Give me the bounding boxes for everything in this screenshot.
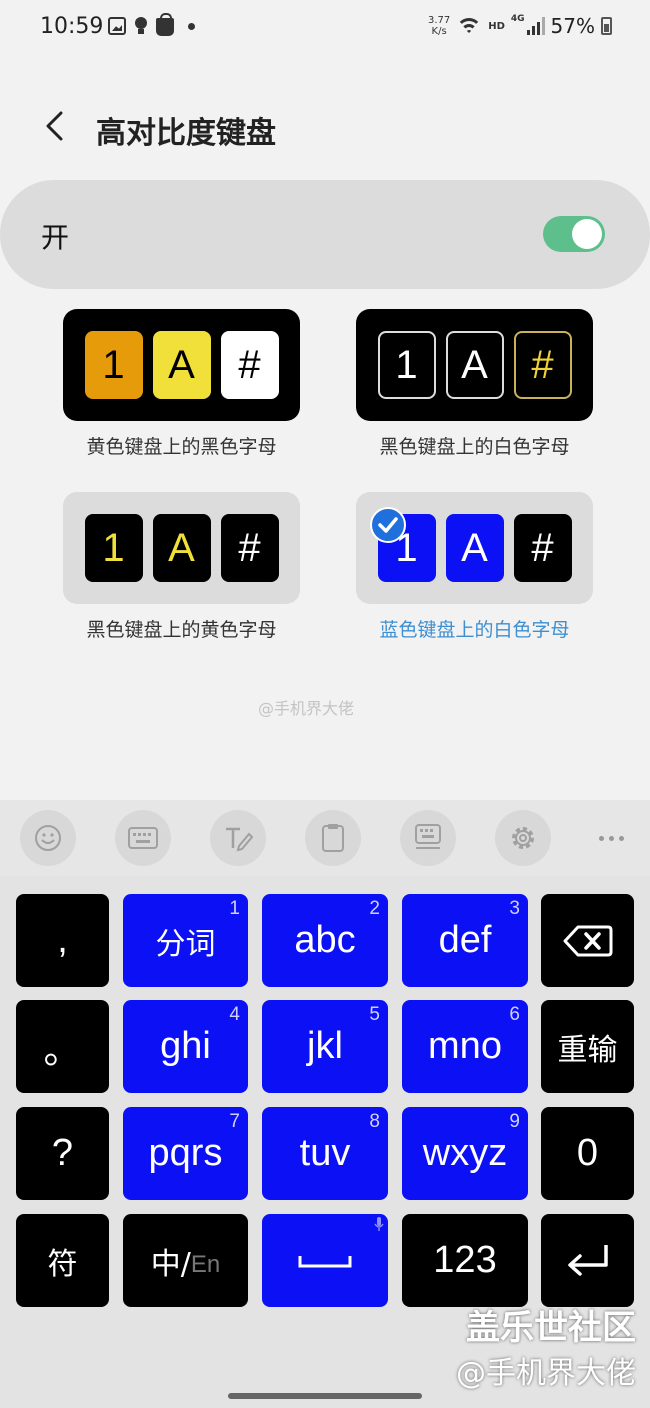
key-abc[interactable]: abc 2 (262, 894, 388, 987)
status-notification-icons (108, 13, 195, 36)
watermark-community: 盖乐世社区 (466, 1308, 636, 1348)
battery-icon (601, 17, 612, 35)
emoji-icon[interactable] (20, 810, 76, 866)
theme-caption: 黄色键盘上的黑色字母 (86, 436, 277, 458)
enter-icon (567, 1244, 608, 1276)
watermark-author: @手机界大佬 (456, 1356, 636, 1391)
theme-key-hash: # (220, 331, 279, 399)
watermark: @手机界大佬 (258, 699, 355, 718)
key-tuv[interactable]: tuv 8 (262, 1107, 388, 1200)
theme-key-1: 1 (84, 514, 143, 582)
home-indicator[interactable] (228, 1393, 422, 1399)
theme-key-a: A (152, 331, 211, 399)
theme-key-hash: # (513, 331, 572, 399)
signal-icon (526, 17, 545, 35)
more-icon[interactable] (585, 810, 637, 866)
clipboard-icon[interactable] (305, 810, 361, 866)
backspace-icon (563, 925, 612, 956)
key-jkl[interactable]: jkl 5 (262, 1000, 388, 1093)
back-icon[interactable] (44, 111, 64, 141)
gallery-icon (108, 17, 126, 35)
theme-caption: 黑色键盘上的黄色字母 (86, 619, 277, 641)
key-symbols[interactable]: 符 (16, 1214, 109, 1307)
microphone-icon (374, 1217, 384, 1231)
key-period[interactable]: 。 (16, 1000, 109, 1093)
theme-key-1: 1 (84, 331, 143, 399)
theme-key-hash: # (220, 514, 279, 582)
theme-key-a: A (445, 331, 504, 399)
theme-key-hash: # (513, 514, 572, 582)
more-notifications-dot-icon (188, 22, 195, 30)
key-segment[interactable]: 分词 1 (123, 894, 248, 987)
wifi-icon (456, 16, 483, 36)
key-zero[interactable]: 0 (541, 1107, 634, 1200)
toggle-knob (572, 219, 602, 249)
key-language-switch[interactable]: 中/En (123, 1214, 248, 1307)
status-time: 10:59 (40, 14, 104, 39)
status-system-icons: 3.77 K/s HD 4G 57% (428, 14, 612, 38)
key-mno[interactable]: mno 6 (402, 1000, 528, 1093)
handwriting-icon[interactable] (210, 810, 266, 866)
key-numbers[interactable]: 123 (402, 1214, 528, 1307)
key-reinput[interactable]: 重输 (541, 1000, 634, 1093)
keyboard-icon[interactable] (115, 810, 171, 866)
bulb-icon (134, 17, 148, 35)
theme-caption: 黑色键盘上的白色字母 (379, 436, 570, 458)
key-question[interactable]: ? (16, 1107, 109, 1200)
backspace-key[interactable] (541, 894, 634, 987)
gear-icon[interactable] (495, 810, 551, 866)
space-icon (298, 1255, 352, 1267)
theme-caption-selected: 蓝色键盘上的白色字母 (379, 619, 570, 641)
selected-check-icon (370, 507, 406, 543)
high-contrast-toggle[interactable] (543, 216, 605, 252)
key-pqrs[interactable]: pqrs 7 (123, 1107, 248, 1200)
keyboard-mode-icon[interactable] (400, 810, 456, 866)
status-bar: 10:59 3.77 K/s HD 4G 57% (0, 0, 650, 56)
theme-key-a: A (152, 514, 211, 582)
net-speed: 3.77 K/s (427, 15, 451, 37)
enter-key[interactable] (541, 1214, 634, 1307)
theme-key-a: A (445, 514, 504, 582)
theme-option-black-white[interactable]: 1 A # (356, 309, 593, 421)
key-space[interactable] (262, 1214, 388, 1307)
network-type: 4G (510, 14, 525, 24)
hd-label: HD (488, 20, 505, 32)
key-def[interactable]: def 3 (402, 894, 528, 987)
theme-option-yellow-black[interactable]: 1 A # (63, 309, 300, 421)
key-wxyz[interactable]: wxyz 9 (402, 1107, 528, 1200)
shopping-bag-icon (156, 13, 174, 36)
battery-percent: 57% (550, 14, 595, 38)
page-title: 高对比度键盘 (96, 116, 276, 151)
toggle-label: 开 (41, 221, 70, 254)
theme-key-1: 1 (377, 331, 436, 399)
key-ghi[interactable]: ghi 4 (123, 1000, 248, 1093)
theme-option-black-yellow[interactable]: 1 A # (63, 492, 300, 604)
key-comma[interactable]: , (16, 894, 109, 987)
